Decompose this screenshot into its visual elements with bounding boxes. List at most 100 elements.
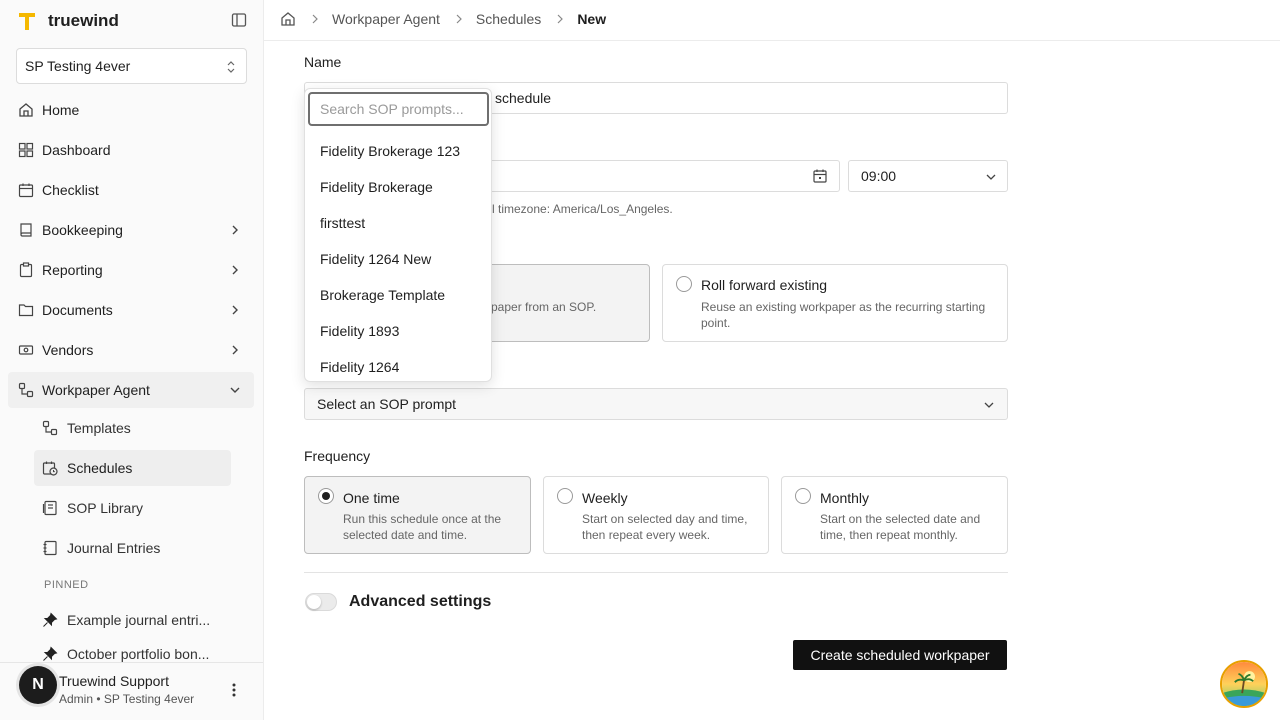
library-icon xyxy=(42,500,57,516)
nav-item-label: Workpaper Agent xyxy=(42,382,150,398)
sub-item-schedules[interactable]: Schedules xyxy=(34,450,231,486)
nav-item-label: Home xyxy=(42,102,80,118)
sop-option[interactable]: Brokerage Template xyxy=(305,277,491,313)
nav-item-label: Bookkeeping xyxy=(42,222,123,238)
nav-item-documents[interactable]: Documents xyxy=(8,292,254,328)
nav-item-label: Reporting xyxy=(42,262,103,278)
breadcrumb-workpaper-agent[interactable]: Workpaper Agent xyxy=(332,11,440,27)
sub-item-templates[interactable]: Templates xyxy=(34,410,231,446)
chevron-down-icon xyxy=(230,387,240,393)
nav-item-home[interactable]: Home xyxy=(8,92,254,128)
time-select[interactable]: 09:00 xyxy=(848,160,1008,192)
app-name: truewind xyxy=(48,11,119,30)
nav-item-label: Dashboard xyxy=(42,142,111,158)
user-name: Truewind Support xyxy=(59,673,169,689)
nav-item-workpaper-agent[interactable]: Workpaper Agent xyxy=(8,372,254,408)
workflow-icon xyxy=(42,420,58,436)
frequency-option-desc: Start on the selected date and time, the… xyxy=(820,512,981,542)
sub-item-label: Schedules xyxy=(67,460,133,476)
sidebar: truewind SP Testing 4ever Home Dashboard… xyxy=(0,0,264,720)
brand[interactable]: truewind xyxy=(18,10,119,32)
sop-prompt-select[interactable]: Select an SOP prompt xyxy=(304,388,1008,420)
time-select-value: 09:00 xyxy=(861,168,897,184)
sidebar-toggle-icon[interactable] xyxy=(231,12,247,28)
nav-item-checklist[interactable]: Checklist xyxy=(8,172,254,208)
pinned-item[interactable]: Example journal entri... xyxy=(34,602,231,638)
sop-option[interactable]: Fidelity Brokerage xyxy=(305,169,491,205)
nav-item-vendors[interactable]: Vendors xyxy=(8,332,254,368)
breadcrumb-schedules[interactable]: Schedules xyxy=(476,11,541,27)
sop-option[interactable]: Fidelity Brokerage 123 xyxy=(305,133,491,169)
chevron-right-icon xyxy=(232,225,238,235)
org-selector-value: SP Testing 4ever xyxy=(25,58,131,74)
chevron-right-icon xyxy=(232,345,238,355)
sub-item-label: Templates xyxy=(67,420,131,436)
chevron-right-icon xyxy=(456,14,462,24)
nav-item-dashboard[interactable]: Dashboard xyxy=(8,132,254,168)
pin-icon xyxy=(43,612,58,627)
frequency-option-monthly[interactable]: Monthly Start on the selected date and t… xyxy=(781,476,1008,554)
frequency-option-title: Weekly xyxy=(582,490,628,506)
sop-option[interactable]: firsttest xyxy=(305,205,491,241)
sop-search-input[interactable] xyxy=(308,92,489,126)
radio-button[interactable] xyxy=(795,488,811,504)
dashboard-icon xyxy=(18,142,34,158)
calendar-check-icon xyxy=(18,183,34,198)
frequency-option-one-time[interactable]: One time Run this schedule once at the s… xyxy=(304,476,531,554)
radio-button[interactable] xyxy=(318,488,334,504)
home-icon[interactable] xyxy=(280,11,296,27)
mode-option-roll-forward[interactable]: Roll forward existing Reuse an existing … xyxy=(662,264,1008,342)
book-icon xyxy=(20,223,32,237)
sub-item-journal-entries[interactable]: Journal Entries xyxy=(34,530,231,566)
mode-option-desc: kpaper from an SOP. xyxy=(485,300,597,314)
breadcrumb: Workpaper Agent Schedules New xyxy=(280,11,606,27)
workflow-icon xyxy=(18,382,34,398)
pinned-item-label: Example journal entri... xyxy=(67,612,211,628)
nav-item-label: Documents xyxy=(42,302,113,318)
pin-icon xyxy=(43,646,58,661)
avatar[interactable]: N xyxy=(19,666,57,704)
frequency-option-desc: Start on selected day and time, then rep… xyxy=(582,512,748,542)
nav-item-reporting[interactable]: Reporting xyxy=(8,252,254,288)
sub-item-label: Journal Entries xyxy=(67,540,161,556)
chevron-right-icon xyxy=(557,14,564,24)
calendar-clock-icon xyxy=(42,461,58,476)
chevron-up-down-icon xyxy=(227,61,235,73)
frequency-option-weekly[interactable]: Weekly Start on selected day and time, t… xyxy=(543,476,769,554)
pinned-item[interactable]: October portfolio bon... xyxy=(34,642,231,662)
clipboard-icon xyxy=(19,262,33,278)
chevron-down-icon xyxy=(986,174,996,180)
timezone-hint: l timezone: America/Los_Angeles. xyxy=(492,202,673,216)
org-selector[interactable]: SP Testing 4ever xyxy=(16,48,247,84)
sub-item-sop-library[interactable]: SOP Library xyxy=(34,490,231,526)
calendar-icon[interactable] xyxy=(813,169,827,183)
frequency-label: Frequency xyxy=(304,448,371,464)
notebook-icon xyxy=(43,540,57,556)
radio-button[interactable] xyxy=(676,276,692,292)
frequency-option-desc: Run this schedule once at the selected d… xyxy=(343,512,502,542)
sop-option[interactable]: Fidelity 1893 xyxy=(305,313,491,349)
chevron-right-icon xyxy=(232,305,238,315)
name-label: Name xyxy=(304,54,342,70)
more-vertical-icon[interactable] xyxy=(228,682,240,698)
sop-prompt-dropdown: Fidelity Brokerage 123 Fidelity Brokerag… xyxy=(304,88,492,382)
truewind-logo-icon xyxy=(19,13,35,30)
advanced-settings-toggle[interactable] xyxy=(305,593,337,611)
create-scheduled-workpaper-button[interactable]: Create scheduled workpaper xyxy=(793,640,1007,670)
assistant-launcher-icon[interactable] xyxy=(1220,660,1268,708)
folder-icon xyxy=(18,304,34,317)
mode-option-title: Roll forward existing xyxy=(701,277,828,293)
user-role: Admin • SP Testing 4ever xyxy=(59,692,195,706)
radio-button[interactable] xyxy=(557,488,573,504)
chevron-right-icon xyxy=(232,265,238,275)
sop-option[interactable]: Fidelity 1264 xyxy=(305,349,491,381)
nav-item-bookkeeping[interactable]: Bookkeeping xyxy=(8,212,254,248)
breadcrumb-current: New xyxy=(577,11,607,27)
chevron-right-icon xyxy=(312,14,318,24)
frequency-option-title: Monthly xyxy=(820,490,870,506)
pinned-section-label: PINNED xyxy=(44,579,89,591)
mode-option-desc: Reuse an existing workpaper as the recur… xyxy=(701,300,986,330)
name-input-value: schedule xyxy=(495,90,552,106)
pinned-item-label: October portfolio bon... xyxy=(67,646,210,662)
sop-option[interactable]: Fidelity 1264 New xyxy=(305,241,491,277)
